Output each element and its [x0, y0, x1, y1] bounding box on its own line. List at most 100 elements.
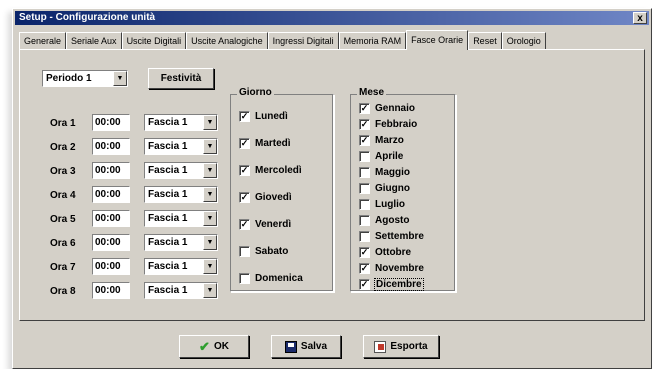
month-checkbox[interactable]: Settembre — [359, 231, 424, 242]
hour-time-input[interactable]: 00:00 — [92, 282, 130, 299]
chevron-down-icon[interactable]: ▼ — [113, 71, 127, 86]
esporta-button[interactable]: Esporta — [363, 335, 439, 358]
hour-time-input[interactable]: 00:00 — [92, 234, 130, 251]
giorno-group: Giorno ✓ Lunedì ✓ Martedì ✓ Mercoledì ✓ … — [230, 87, 334, 292]
title-bar[interactable]: Setup - Configurazione unità x — [15, 11, 649, 25]
period-select-value: Periodo 1 — [46, 73, 92, 84]
checkbox-box[interactable]: ✓ — [359, 103, 370, 114]
tab-fasce-orarie[interactable]: Fasce Orarie — [406, 30, 469, 50]
hour-label: Ora 3 — [50, 166, 76, 177]
hour-band-select[interactable]: Fascia 1 ▼ — [144, 282, 218, 299]
chevron-down-icon[interactable]: ▼ — [203, 139, 217, 154]
hour-band-select[interactable]: Fascia 1 ▼ — [144, 186, 218, 203]
hour-label: Ora 2 — [50, 142, 76, 153]
tab-uscite-analogiche[interactable]: Uscite Analogiche — [186, 32, 268, 49]
tab-generale[interactable]: Generale — [19, 32, 67, 49]
tab-reset[interactable]: Reset — [468, 32, 502, 49]
checkbox-box[interactable] — [359, 199, 370, 210]
period-select[interactable]: Periodo 1 ▼ — [42, 70, 128, 87]
chevron-down-icon[interactable]: ▼ — [203, 235, 217, 250]
checkbox-box[interactable]: ✓ — [359, 279, 370, 290]
checkbox-box[interactable] — [239, 246, 250, 257]
month-checkbox[interactable]: ✓ Marzo — [359, 135, 404, 146]
tab-memoria-ram[interactable]: Memoria RAM — [338, 32, 407, 49]
checkbox-box[interactable]: ✓ — [239, 165, 250, 176]
ok-button-label: OK — [213, 341, 229, 352]
tab-orologio[interactable]: Orologio — [501, 32, 546, 49]
month-checkbox[interactable]: ✓ Febbraio — [359, 119, 417, 130]
checkbox-box[interactable] — [239, 273, 250, 284]
hour-time-input[interactable]: 00:00 — [92, 210, 130, 227]
month-checkbox[interactable]: Giugno — [359, 183, 410, 194]
hour-band-value: Fascia 1 — [148, 117, 188, 128]
hour-band-value: Fascia 1 — [148, 261, 188, 272]
tab-ingressi-digitali[interactable]: Ingressi Digitali — [267, 32, 339, 49]
day-checkbox[interactable]: ✓ Martedì — [239, 138, 291, 149]
mese-group-title: Mese — [357, 87, 387, 98]
checkbox-box[interactable] — [359, 183, 370, 194]
day-checkbox[interactable]: ✓ Venerdì — [239, 219, 291, 230]
checkbox-box[interactable] — [359, 151, 370, 162]
close-button[interactable]: x — [633, 12, 647, 24]
day-label: Sabato — [255, 246, 289, 257]
checkbox-box[interactable] — [359, 231, 370, 242]
tab-uscite-digitali[interactable]: Uscite Digitali — [121, 32, 187, 49]
checkbox-box[interactable]: ✓ — [239, 192, 250, 203]
salva-button-label: Salva — [300, 341, 328, 352]
hour-band-value: Fascia 1 — [148, 285, 188, 296]
hour-band-select[interactable]: Fascia 1 ▼ — [144, 210, 218, 227]
month-label: Marzo — [375, 135, 404, 146]
hour-band-value: Fascia 1 — [148, 213, 188, 224]
month-checkbox[interactable]: Luglio — [359, 199, 405, 210]
hour-time-input[interactable]: 00:00 — [92, 114, 130, 131]
hour-band-select[interactable]: Fascia 1 ▼ — [144, 234, 218, 251]
chevron-down-icon[interactable]: ▼ — [203, 187, 217, 202]
month-label: Ottobre — [375, 247, 412, 258]
checkbox-box[interactable]: ✓ — [359, 263, 370, 274]
hour-band-value: Fascia 1 — [148, 237, 188, 248]
chevron-down-icon[interactable]: ▼ — [203, 283, 217, 298]
hour-band-select[interactable]: Fascia 1 ▼ — [144, 114, 218, 131]
checkbox-box[interactable]: ✓ — [239, 219, 250, 230]
day-checkbox[interactable]: ✓ Mercoledì — [239, 165, 302, 176]
checkbox-box[interactable]: ✓ — [359, 119, 370, 130]
checkbox-box[interactable]: ✓ — [239, 138, 250, 149]
day-checkbox[interactable]: ✓ Lunedì — [239, 111, 288, 122]
day-checkbox[interactable]: Domenica — [239, 273, 303, 284]
checkbox-box[interactable]: ✓ — [239, 111, 250, 122]
hour-band-select[interactable]: Fascia 1 ▼ — [144, 138, 218, 155]
chevron-down-icon[interactable]: ▼ — [203, 163, 217, 178]
day-label: Mercoledì — [255, 165, 302, 176]
hour-time-input[interactable]: 00:00 — [92, 186, 130, 203]
month-checkbox[interactable]: ✓ Novembre — [359, 263, 424, 274]
hour-time-input[interactable]: 00:00 — [92, 258, 130, 275]
month-checkbox[interactable]: Aprile — [359, 151, 403, 162]
checkbox-box[interactable]: ✓ — [359, 135, 370, 146]
checkbox-box[interactable]: ✓ — [359, 247, 370, 258]
hour-band-select[interactable]: Fascia 1 ▼ — [144, 162, 218, 179]
chevron-down-icon[interactable]: ▼ — [203, 211, 217, 226]
month-checkbox[interactable]: ✓ Ottobre — [359, 247, 411, 258]
hour-band-select[interactable]: Fascia 1 ▼ — [144, 258, 218, 275]
day-checkbox[interactable]: Sabato — [239, 246, 288, 257]
checkbox-box[interactable] — [359, 215, 370, 226]
salva-button[interactable]: Salva — [271, 335, 341, 358]
month-checkbox[interactable]: Agosto — [359, 215, 409, 226]
export-icon — [374, 340, 387, 353]
month-label: Giugno — [375, 183, 410, 194]
festivita-button[interactable]: Festività — [148, 68, 214, 89]
month-label: Agosto — [375, 215, 410, 226]
hour-band-value: Fascia 1 — [148, 165, 188, 176]
hour-time-input[interactable]: 00:00 — [92, 162, 130, 179]
month-checkbox[interactable]: ✓ Dicembre — [359, 278, 424, 291]
tab-seriale-aux[interactable]: Seriale Aux — [66, 32, 122, 49]
chevron-down-icon[interactable]: ▼ — [203, 115, 217, 130]
day-label: Venerdì — [255, 219, 292, 230]
month-checkbox[interactable]: Maggio — [359, 167, 410, 178]
checkbox-box[interactable] — [359, 167, 370, 178]
chevron-down-icon[interactable]: ▼ — [203, 259, 217, 274]
month-checkbox[interactable]: ✓ Gennaio — [359, 103, 415, 114]
hour-time-input[interactable]: 00:00 — [92, 138, 130, 155]
ok-button[interactable]: ✔ OK — [179, 335, 249, 358]
day-checkbox[interactable]: ✓ Giovedì — [239, 192, 292, 203]
